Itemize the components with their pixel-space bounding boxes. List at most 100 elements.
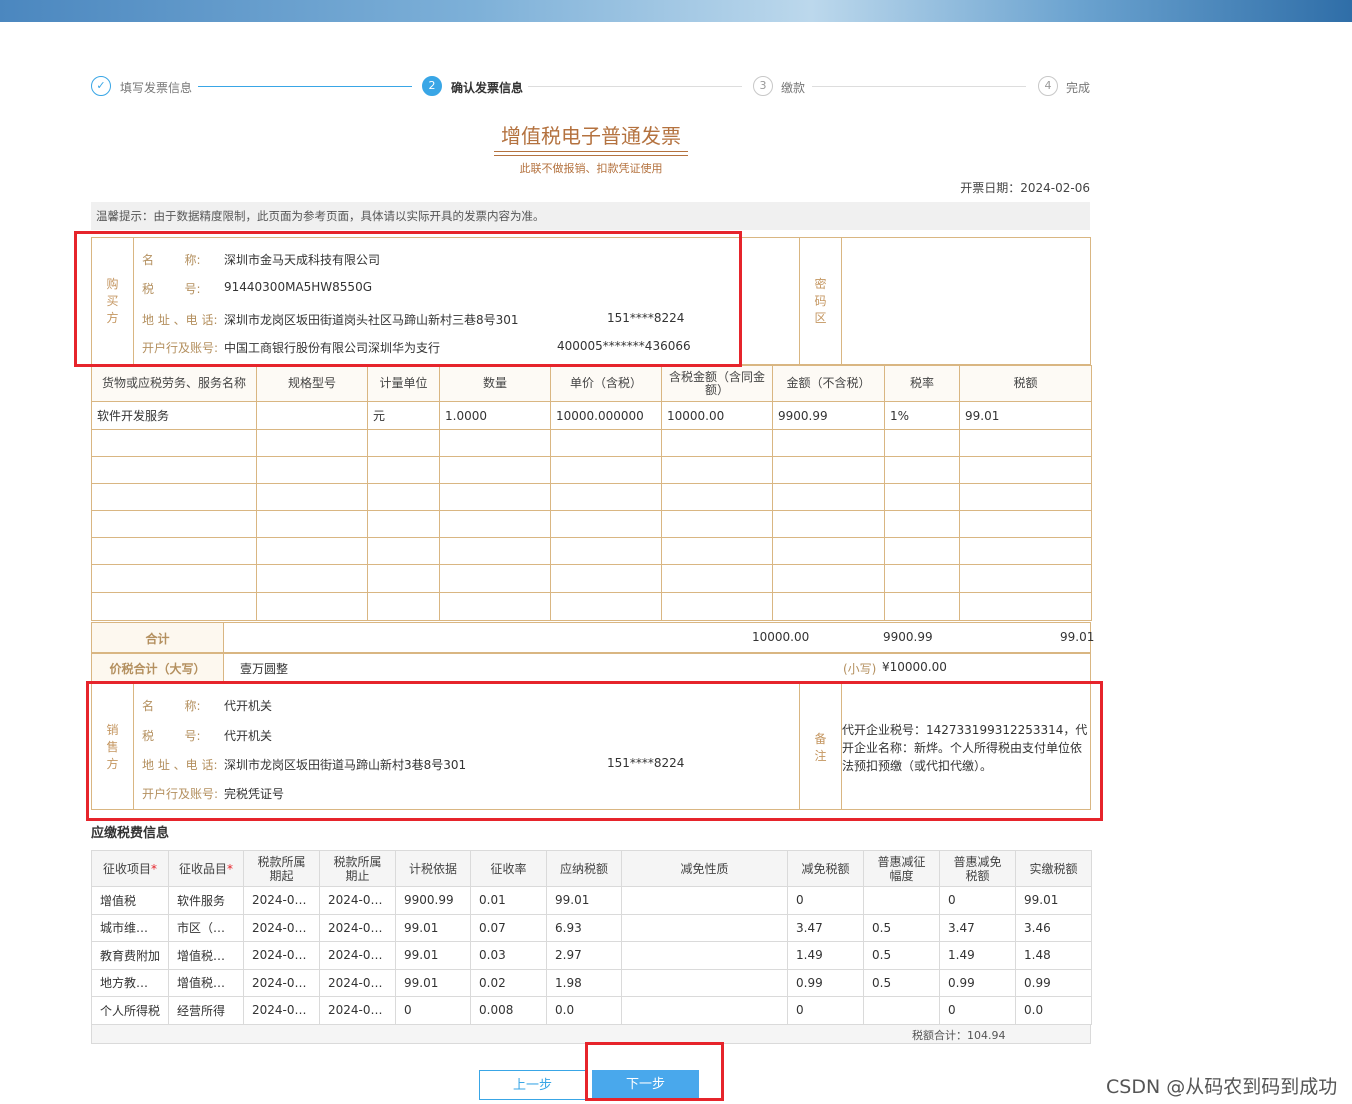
- table-row: 增值税 软件服务 2024-02-06 2024-02-06 9900.99 0.01 99…: [91, 886, 1092, 915]
- cell: 3.46: [1015, 913, 1092, 942]
- cell: 0: [939, 886, 1016, 915]
- cell: 0.07: [470, 913, 547, 942]
- col-header: 减免税额: [787, 850, 864, 887]
- table-row: 城市维护建设税市区（增值税附征）2024-02-062024-02-0699.0…: [91, 913, 1092, 942]
- table-row: 软件开发服务 元 1.0000 10000.000000 10000.00 99…: [91, 401, 1092, 430]
- grand-small: ¥10000.00: [882, 660, 947, 674]
- empty-row: [91, 510, 1092, 538]
- step-1-label: 填写发票信息: [120, 81, 193, 95]
- table-row: 地方教育附加增值税地方教育附加2024-02-062024-02-0699.01…: [91, 968, 1092, 997]
- cell: [621, 886, 788, 915]
- cell: 1.48: [1015, 941, 1092, 970]
- grand-words: 壹万圆整: [240, 662, 289, 676]
- cell: 增值税地方教育附加: [168, 968, 244, 997]
- cell: 0.99: [1015, 968, 1092, 997]
- cell: 0.02: [470, 968, 547, 997]
- col-header: 减免性质: [621, 850, 788, 887]
- col-header: 数量: [439, 365, 551, 402]
- invoice-title: 增值税电子普通发票: [501, 124, 681, 148]
- cell: [621, 941, 788, 970]
- cell: [621, 996, 788, 1025]
- total-tax: 99.01: [1060, 630, 1095, 644]
- col-header: 应纳税额: [546, 850, 622, 887]
- cell: 软件服务: [168, 886, 244, 915]
- cell: 1.49: [939, 941, 1016, 970]
- title-rule: [494, 155, 688, 156]
- grand-small-label: (小写): [843, 662, 877, 676]
- cipher-label: 密 码 区: [814, 277, 827, 325]
- col-header: 普惠减免税额: [939, 850, 1016, 887]
- cell: 市区（增值税附征）: [168, 913, 244, 942]
- cell: 9900.99: [395, 886, 471, 915]
- cell: 1.0000: [439, 401, 551, 430]
- grand-label: 价税合计（大写）: [109, 662, 206, 676]
- cell: 2024-02-06: [319, 968, 396, 997]
- cell: 0: [787, 996, 864, 1025]
- empty-row: [91, 456, 1092, 484]
- total-row: [91, 622, 1091, 653]
- cell: 0.5: [863, 913, 940, 942]
- cell: 10000.000000: [550, 401, 662, 430]
- cell: 0.5: [863, 968, 940, 997]
- cell: 个人所得税: [91, 996, 169, 1025]
- col-header: 计税依据: [395, 850, 471, 887]
- cell: 1%: [884, 401, 960, 430]
- cell: 经营所得: [168, 996, 244, 1025]
- cell: 0.5: [863, 941, 940, 970]
- prev-step-button[interactable]: 上一步: [479, 1070, 586, 1100]
- col-header: 金额（不含税）: [772, 365, 885, 402]
- step-line-1: [198, 86, 412, 87]
- cell: 2024-02-06: [243, 996, 320, 1025]
- cell: 0: [787, 886, 864, 915]
- col-header: 含税金额（含同金额）: [661, 365, 773, 402]
- cell: 2.97: [546, 941, 622, 970]
- cell: 元: [367, 401, 440, 430]
- col-header: 规格型号: [256, 365, 368, 402]
- cell: 2024-02-06: [243, 913, 320, 942]
- issue-date: 开票日期：2024-02-06: [960, 181, 1090, 195]
- col-header: 征收率: [470, 850, 547, 887]
- cell: 3.47: [939, 913, 1016, 942]
- col-header: 计量单位: [367, 365, 440, 402]
- watermark: CSDN @从码农到码到成功: [1106, 1076, 1338, 1098]
- step-line-2: [528, 86, 742, 87]
- cell: 99.01: [395, 968, 471, 997]
- cell: 9900.99: [772, 401, 885, 430]
- step-2-label: 确认发票信息: [451, 81, 524, 95]
- items-header-row: 货物或应税劳务、服务名称 规格型号 计量单位 数量 单价（含税） 含税金额（含同…: [91, 365, 1092, 402]
- cell: 增值税: [91, 886, 169, 915]
- cell: 99.01: [395, 941, 471, 970]
- cell: 99.01: [546, 886, 622, 915]
- cell: 3.47: [787, 913, 864, 942]
- col-header: 税额: [959, 365, 1092, 402]
- empty-row: [91, 429, 1092, 457]
- tax-total: 税额合计：104.94: [912, 1029, 1006, 1042]
- cell: 教育费附加: [91, 941, 169, 970]
- step-3-number: 3: [753, 76, 773, 96]
- col-header: 税款所属期起: [243, 850, 320, 887]
- cell: [621, 968, 788, 997]
- total-with-tax: 10000.00: [752, 630, 810, 644]
- cell: [863, 996, 940, 1025]
- empty-row: [91, 564, 1092, 593]
- step-3-label: 缴款: [781, 81, 806, 95]
- empty-row: [91, 537, 1092, 565]
- cell: 99.01: [1015, 886, 1092, 915]
- cell: 0.008: [470, 996, 547, 1025]
- tax-header-row: 征收项目* 征收品目* 税款所属期起 税款所属期止 计税依据 征收率 应纳税额 …: [91, 850, 1092, 887]
- step-4-number: 4: [1038, 76, 1058, 96]
- cell: 0.0: [546, 996, 622, 1025]
- tip-banner: 温馨提示：由于数据精度限制，此页面为参考页面，具体请以实际开具的发票内容为准。: [91, 202, 1090, 230]
- table-row: 个人所得税 经营所得 2024-02-06 2024-02-06 0 0.008 0.0 0 0…: [91, 996, 1092, 1025]
- cell: 6.93: [546, 913, 622, 942]
- highlight-seller: [86, 681, 1103, 821]
- col-header: 单价（含税）: [550, 365, 662, 402]
- top-banner: [0, 0, 1352, 22]
- cell: 城市维护建设税: [91, 913, 169, 942]
- table-row: 教育费附加增值税教育费附加2024-02-062024-02-0699.010.…: [91, 941, 1092, 970]
- col-header: 普惠减征幅度: [863, 850, 940, 887]
- cell: 2024-02-06: [319, 886, 396, 915]
- cell: 0.01: [470, 886, 547, 915]
- cell: 0.99: [787, 968, 864, 997]
- cell: 2024-02-06: [243, 886, 320, 915]
